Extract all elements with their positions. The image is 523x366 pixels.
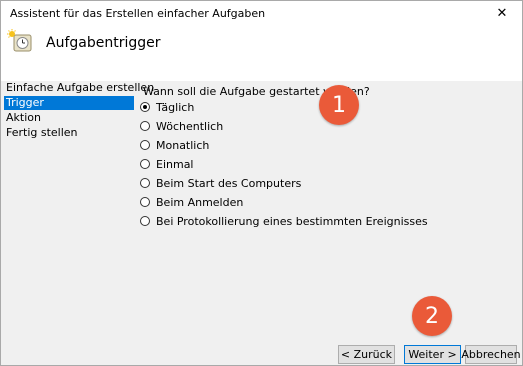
radio-ereignis[interactable]: Bei Protokollierung eines bestimmten Ere… (140, 213, 428, 229)
close-icon[interactable]: ✕ (482, 1, 522, 25)
radio-button[interactable] (140, 178, 150, 188)
radio-beim-start[interactable]: Beim Start des Computers (140, 175, 301, 191)
sidebar-item-einfache-aufgabe: Einfache Aufgabe erstellen (6, 81, 155, 94)
back-button[interactable]: < Zurück (338, 345, 395, 364)
radio-label: Einmal (156, 157, 194, 171)
radio-button[interactable] (140, 121, 150, 131)
next-button[interactable]: Weiter > (404, 345, 461, 364)
radio-monatlich[interactable]: Monatlich (140, 137, 209, 153)
sidebar-item-aktion: Aktion (6, 111, 41, 124)
page-title: Aufgabentrigger (46, 35, 161, 51)
clock-sun-icon (7, 29, 32, 52)
window-title: Assistent für das Erstellen einfacher Au… (10, 7, 266, 20)
radio-button-selected[interactable] (140, 102, 150, 112)
wizard-body: Einfache Aufgabe erstellen Trigger Aktio… (1, 81, 522, 337)
radio-label: Bei Protokollierung eines bestimmten Ere… (156, 214, 428, 228)
radio-button[interactable] (140, 197, 150, 207)
wizard-footer: < Zurück Weiter > Abbrechen (1, 337, 522, 365)
step-badge-2: 2 (412, 296, 452, 336)
radio-label: Wöchentlich (156, 119, 224, 133)
title-bar: Assistent für das Erstellen einfacher Au… (1, 1, 522, 25)
radio-button[interactable] (140, 216, 150, 226)
cancel-button[interactable]: Abbrechen (461, 345, 521, 364)
radio-beim-anmelden[interactable]: Beim Anmelden (140, 194, 243, 210)
step-badge-1: 1 (319, 85, 359, 125)
radio-label: Beim Start des Computers (156, 176, 302, 190)
radio-button[interactable] (140, 159, 150, 169)
wizard-window: Assistent für das Erstellen einfacher Au… (0, 0, 523, 366)
sidebar-item-trigger: Trigger (4, 96, 134, 110)
sidebar-item-fertig-stellen: Fertig stellen (6, 126, 78, 139)
radio-button[interactable] (140, 140, 150, 150)
wizard-steps-sidebar: Einfache Aufgabe erstellen Trigger Aktio… (1, 81, 155, 337)
radio-taeglich[interactable]: Täglich (140, 99, 194, 115)
radio-label: Monatlich (156, 138, 210, 152)
radio-einmal[interactable]: Einmal (140, 156, 194, 172)
radio-label: Täglich (156, 100, 195, 114)
radio-woechentlich[interactable]: Wöchentlich (140, 118, 223, 134)
radio-label: Beim Anmelden (156, 195, 244, 209)
wizard-header: Aufgabentrigger (1, 25, 522, 75)
